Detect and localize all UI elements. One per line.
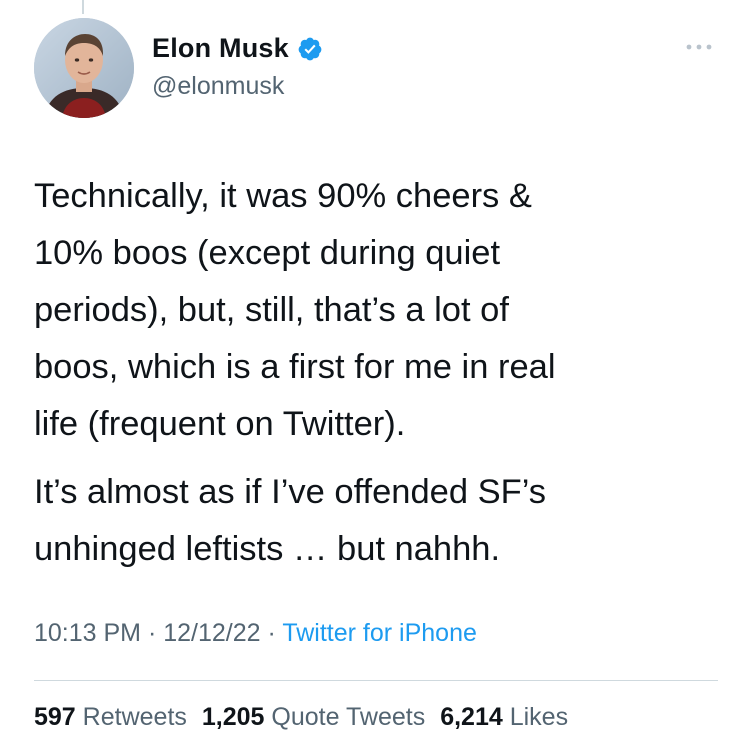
tweet-paragraph-1: Technically, it was 90% cheers & 10% boo… (34, 177, 556, 443)
quote-tweets-label: Quote Tweets (271, 703, 426, 731)
quote-tweets-count: 1,205 (201, 703, 265, 731)
meta-separator: · (267, 619, 276, 647)
tweet-source-link[interactable]: Twitter for iPhone (282, 619, 477, 647)
retweets-stat[interactable]: 597 Retweets (34, 703, 187, 732)
thread-connector-line (82, 0, 84, 14)
likes-label: Likes (509, 703, 569, 731)
quote-tweets-stat[interactable]: 1,205 Quote Tweets (202, 703, 425, 732)
more-options-icon[interactable] (684, 40, 714, 52)
likes-count: 6,214 (440, 703, 503, 731)
tweet-time[interactable]: 10:13 PM (34, 619, 141, 647)
author-name[interactable]: Elon Musk (152, 33, 289, 64)
verified-badge-icon (297, 36, 323, 62)
tweet-date[interactable]: 12/12/22 (163, 619, 260, 647)
avatar[interactable] (34, 18, 134, 118)
retweets-count: 597 (34, 703, 76, 731)
profile-photo (34, 18, 134, 118)
tweet-paragraph-2: It’s almost as if I’ve offended SF’s unh… (34, 473, 547, 568)
divider (34, 680, 718, 681)
tweet-text: Technically, it was 90% cheers & 10% boo… (34, 168, 724, 578)
meta-separator: · (147, 619, 157, 647)
retweets-label: Retweets (82, 703, 187, 731)
tweet-metadata: 10:13 PM · 12/12/22 · Twitter for iPhone (34, 619, 477, 648)
engagement-stats: 597 Retweets 1,205 Quote Tweets 6,214 Li… (34, 703, 568, 732)
author-handle[interactable]: @elonmusk (152, 72, 284, 101)
likes-stat[interactable]: 6,214 Likes (440, 703, 568, 732)
